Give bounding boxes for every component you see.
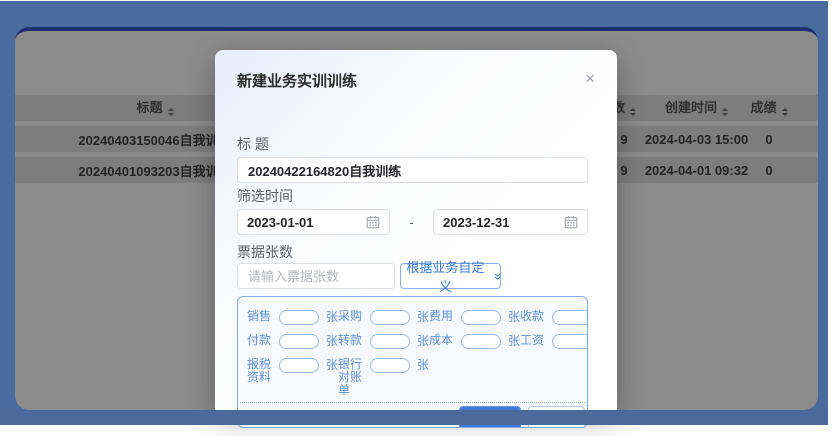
category-count-input[interactable] bbox=[552, 310, 588, 325]
count-row: 根据业务自定义 « bbox=[237, 263, 588, 289]
category-count-input[interactable] bbox=[279, 334, 319, 349]
category-count-input[interactable] bbox=[461, 334, 501, 349]
category-item: 费用 张 bbox=[429, 310, 520, 325]
category-label: 转款 bbox=[338, 334, 363, 347]
dotted-divider bbox=[240, 402, 585, 403]
category-unit: 张 bbox=[326, 358, 338, 372]
category-label: 费用 bbox=[429, 310, 454, 323]
category-count-input[interactable] bbox=[461, 310, 501, 325]
end-date-value[interactable] bbox=[443, 215, 543, 230]
close-icon[interactable]: × bbox=[585, 70, 595, 87]
row-created: 2024-04-03 15:00 bbox=[644, 132, 749, 147]
category-count-input[interactable] bbox=[552, 334, 588, 349]
sort-icon[interactable] bbox=[630, 105, 636, 119]
category-item: 销售 张 bbox=[247, 310, 338, 325]
column-header-score-label: 成绩 bbox=[750, 100, 776, 115]
category-unit: 张 bbox=[417, 334, 429, 348]
column-header-created[interactable]: 创建时间 bbox=[644, 97, 749, 119]
category-label: 采购 bbox=[338, 310, 363, 323]
category-counts-panel: 销售 张 采购 张 费用 张 收款 张 bbox=[237, 296, 588, 428]
category-unit: 张 bbox=[417, 358, 429, 372]
customize-button-label: 根据业务自定义 bbox=[401, 257, 490, 295]
category-count-input[interactable] bbox=[370, 310, 410, 325]
sort-icon[interactable] bbox=[782, 105, 788, 119]
app-viewport: 标题 数 创建时间 成绩 20240403150046自我训练 9 2024-0… bbox=[0, 0, 839, 436]
calendar-icon bbox=[366, 215, 380, 229]
sort-icon[interactable] bbox=[722, 105, 728, 119]
date-range-row: - bbox=[237, 209, 588, 235]
sort-icon[interactable] bbox=[168, 105, 174, 119]
category-count-input[interactable] bbox=[279, 310, 319, 325]
bill-count-input[interactable] bbox=[237, 263, 395, 289]
page-bottom-band bbox=[0, 410, 828, 425]
customize-by-business-button[interactable]: 根据业务自定义 « bbox=[400, 263, 501, 289]
category-unit: 张 bbox=[326, 310, 338, 324]
date-range-separator: - bbox=[390, 215, 433, 230]
row-score: 0 bbox=[749, 132, 789, 147]
category-label: 付款 bbox=[247, 334, 272, 347]
calendar-icon bbox=[564, 215, 578, 229]
category-grid: 销售 张 采购 张 费用 张 收款 张 bbox=[238, 297, 587, 397]
title-input[interactable] bbox=[237, 157, 588, 183]
category-unit: 张 bbox=[508, 310, 520, 324]
start-date-value[interactable] bbox=[247, 215, 347, 230]
column-header-title-label: 标题 bbox=[136, 100, 162, 115]
dialog-title: 新建业务实训训练 bbox=[237, 73, 357, 90]
category-count-input[interactable] bbox=[370, 358, 410, 373]
row-created: 2024-04-01 09:32 bbox=[644, 163, 749, 178]
category-item: 转款 张 bbox=[338, 334, 429, 349]
column-header-score[interactable]: 成绩 bbox=[749, 97, 789, 119]
start-date-input[interactable] bbox=[237, 209, 390, 235]
category-label: 收款 bbox=[520, 310, 545, 323]
end-date-input[interactable] bbox=[433, 209, 588, 235]
category-label: 银行对账单 bbox=[338, 358, 363, 397]
category-label: 报税资料 bbox=[247, 358, 272, 384]
category-unit: 张 bbox=[417, 310, 429, 324]
category-item: 付款 张 bbox=[247, 334, 338, 349]
category-item: 成本 张 bbox=[429, 334, 520, 349]
category-label: 工资 bbox=[520, 334, 545, 347]
category-unit: 张 bbox=[326, 334, 338, 348]
double-chevron-down-icon: « bbox=[490, 272, 503, 279]
new-training-dialog: 新建业务实训训练 × 标 题 筛选时间 - bbox=[215, 50, 617, 412]
category-item: 银行对账单 张 bbox=[338, 358, 429, 397]
title-field-label: 标 题 bbox=[237, 137, 588, 151]
category-count-input[interactable] bbox=[279, 358, 319, 373]
category-item: 收款 张 bbox=[520, 310, 588, 325]
category-item: 采购 张 bbox=[338, 310, 429, 325]
column-header-created-label: 创建时间 bbox=[665, 100, 717, 115]
category-unit: 张 bbox=[508, 334, 520, 348]
category-label: 成本 bbox=[429, 334, 454, 347]
category-count-input[interactable] bbox=[370, 334, 410, 349]
category-item: 报税资料 张 bbox=[247, 358, 338, 397]
category-item: 工资 张 bbox=[520, 334, 588, 349]
time-field-label: 筛选时间 bbox=[237, 189, 588, 203]
category-label: 销售 bbox=[247, 310, 272, 323]
row-score: 0 bbox=[749, 163, 789, 178]
